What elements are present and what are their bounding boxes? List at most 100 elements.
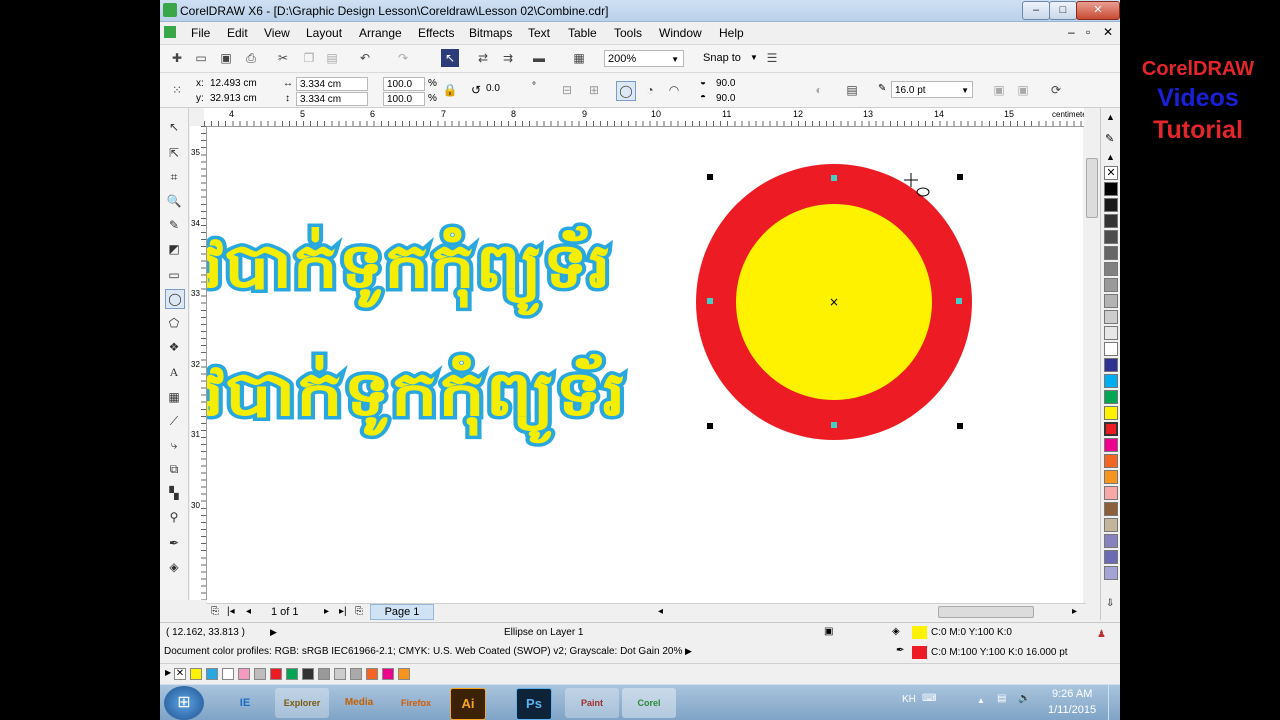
color-swatch[interactable] bbox=[1104, 262, 1118, 276]
prev-page-icon[interactable]: ◂ bbox=[246, 606, 251, 617]
color-swatch[interactable] bbox=[1104, 438, 1118, 452]
color-swatch[interactable] bbox=[1104, 470, 1118, 484]
mirror-horizontal-icon[interactable]: ⊟ bbox=[558, 81, 576, 99]
add-page-icon[interactable]: ⎘ bbox=[355, 606, 363, 617]
menu-table[interactable]: Table bbox=[568, 26, 597, 40]
page-tab[interactable]: Page 1 bbox=[370, 604, 434, 620]
khmer-text-line-2[interactable]: វបាក់ទូកកុំព្យូទ័រ bbox=[207, 350, 630, 448]
doc-color-swatch[interactable] bbox=[366, 668, 378, 680]
ellipse-mode-icon[interactable]: ◯ bbox=[616, 81, 636, 101]
table-tool-icon[interactable]: ▦ bbox=[165, 388, 183, 406]
color-swatch[interactable] bbox=[1104, 454, 1118, 468]
khmer-text-line-1[interactable]: វបាក់ទូកកុំព្យូទ័រ bbox=[207, 222, 615, 320]
color-swatch[interactable] bbox=[1104, 182, 1118, 196]
arc-mode-icon[interactable]: ◠ bbox=[665, 81, 683, 99]
color-swatch[interactable] bbox=[1104, 518, 1118, 532]
doc-color-swatch[interactable] bbox=[398, 668, 410, 680]
scroll-right-icon[interactable]: ▸ bbox=[1072, 606, 1077, 617]
menu-text[interactable]: Text bbox=[528, 26, 550, 40]
mirror-vertical-icon[interactable]: ⊞ bbox=[585, 81, 603, 99]
no-color-swatch[interactable]: ✕ bbox=[174, 668, 186, 680]
chevron-down-icon[interactable]: ▼ bbox=[750, 53, 758, 62]
doc-color-swatch[interactable] bbox=[206, 668, 218, 680]
convert-to-curves-icon[interactable]: ⟳ bbox=[1047, 81, 1065, 99]
basic-shapes-tool-icon[interactable]: ❖ bbox=[165, 338, 183, 356]
doc-color-swatch[interactable] bbox=[238, 668, 250, 680]
show-hidden-icons[interactable]: ▲ bbox=[977, 696, 985, 705]
start-angle-field[interactable]: 90.0 bbox=[716, 78, 735, 89]
to-back-icon[interactable]: ▣ bbox=[1014, 81, 1032, 99]
doc-color-swatch[interactable] bbox=[270, 668, 282, 680]
outline-pen-tool-icon[interactable]: ✒ bbox=[165, 534, 183, 552]
maximize-button[interactable]: □ bbox=[1049, 1, 1077, 20]
taskbar-photoshop[interactable]: Ps bbox=[516, 688, 552, 720]
print-icon[interactable]: ⎙ bbox=[242, 49, 260, 67]
node-handle[interactable] bbox=[831, 175, 837, 181]
scale-x-field[interactable]: 100.0 bbox=[383, 77, 425, 91]
end-angle-field[interactable]: 90.0 bbox=[716, 93, 735, 104]
selection-handle[interactable] bbox=[707, 423, 713, 429]
page-options-icon[interactable]: ⎘ bbox=[211, 606, 219, 617]
vertical-ruler[interactable]: 35 34 33 32 31 30 centimeters bbox=[190, 126, 207, 600]
eyedropper-icon[interactable]: ✎ bbox=[1105, 132, 1114, 145]
color-swatch[interactable] bbox=[1104, 502, 1118, 516]
transparency-tool-icon[interactable]: ▚ bbox=[165, 484, 183, 502]
taskbar-ie[interactable]: IE bbox=[218, 688, 272, 718]
color-swatch[interactable] bbox=[1104, 310, 1118, 324]
doc-color-swatch[interactable] bbox=[302, 668, 314, 680]
scroll-thumb[interactable] bbox=[1086, 158, 1098, 218]
menu-file[interactable]: File bbox=[191, 26, 210, 40]
zoom-level-select[interactable]: 200% ▼ bbox=[604, 50, 684, 67]
play-icon[interactable]: ▶ bbox=[270, 627, 277, 638]
keyboard-icon[interactable]: ⌨ bbox=[922, 693, 936, 704]
pie-mode-icon[interactable]: ◔ bbox=[641, 81, 659, 99]
language-indicator[interactable]: KH bbox=[902, 694, 916, 705]
doc-color-swatch[interactable] bbox=[190, 668, 202, 680]
scale-y-field[interactable]: 100.0 bbox=[383, 92, 425, 106]
no-color-swatch[interactable]: ✕ bbox=[1104, 166, 1118, 180]
color-swatch[interactable] bbox=[1104, 214, 1118, 228]
node-handle[interactable] bbox=[831, 422, 837, 428]
play-icon[interactable]: ▶ bbox=[685, 646, 692, 657]
object-origin-icon[interactable]: ⁙ bbox=[168, 81, 186, 99]
node-handle[interactable] bbox=[707, 298, 713, 304]
selection-handle[interactable] bbox=[957, 423, 963, 429]
doc-color-swatch[interactable] bbox=[254, 668, 266, 680]
selection-handle[interactable] bbox=[957, 174, 963, 180]
crop-tool-icon[interactable]: ⌗ bbox=[165, 168, 183, 186]
taskbar-firefox[interactable]: Firefox bbox=[389, 688, 443, 718]
options-icon[interactable]: ☰ bbox=[763, 49, 781, 67]
open-icon[interactable]: ▭ bbox=[192, 49, 210, 67]
export-icon[interactable]: ⇄ bbox=[474, 49, 492, 67]
undo-icon[interactable]: ↶ bbox=[356, 49, 374, 67]
menu-window[interactable]: Window bbox=[659, 26, 702, 40]
ellipse-tool-icon[interactable]: ◯ bbox=[165, 289, 185, 309]
taskbar-coreldraw[interactable]: Corel bbox=[622, 688, 676, 718]
palette-up-icon[interactable]: ▲ bbox=[1106, 152, 1115, 162]
doc-color-swatch[interactable] bbox=[286, 668, 298, 680]
drawing-canvas[interactable]: វបាក់ទូកកុំព្យូទ័រ វបាក់ទូកកុំព្យូទ័រ × bbox=[207, 127, 1083, 603]
color-swatch[interactable] bbox=[1104, 374, 1118, 388]
color-swatch[interactable] bbox=[1104, 422, 1118, 436]
welcome-screen-icon[interactable]: ▦ bbox=[570, 49, 588, 67]
connector-tool-icon[interactable]: ⤷ bbox=[165, 436, 183, 454]
menu-bitmaps[interactable]: Bitmaps bbox=[469, 26, 512, 40]
menu-edit[interactable]: Edit bbox=[227, 26, 248, 40]
menu-layout[interactable]: Layout bbox=[306, 26, 342, 40]
fill-tool-icon[interactable]: ◈ bbox=[165, 558, 183, 576]
minimize-button[interactable]: – bbox=[1022, 1, 1050, 20]
palette-up-icon[interactable]: ▲ bbox=[1106, 112, 1115, 122]
color-swatch[interactable] bbox=[1104, 342, 1118, 356]
taskbar-explorer[interactable]: Explorer bbox=[275, 688, 329, 718]
width-field[interactable]: 3.334 cm bbox=[296, 77, 368, 91]
color-swatch[interactable] bbox=[1104, 550, 1118, 564]
hscroll-thumb[interactable] bbox=[938, 606, 1034, 618]
height-field[interactable]: 3.334 cm bbox=[296, 92, 368, 106]
import-icon[interactable]: ↖ bbox=[441, 49, 459, 67]
last-page-icon[interactable]: ▸| bbox=[339, 606, 347, 617]
show-desktop-button[interactable] bbox=[1108, 685, 1120, 720]
volume-icon[interactable]: 🔊 bbox=[1018, 693, 1030, 704]
menu-tools[interactable]: Tools bbox=[614, 26, 642, 40]
close-button[interactable]: ✕ bbox=[1076, 1, 1120, 20]
color-swatch[interactable] bbox=[1104, 230, 1118, 244]
